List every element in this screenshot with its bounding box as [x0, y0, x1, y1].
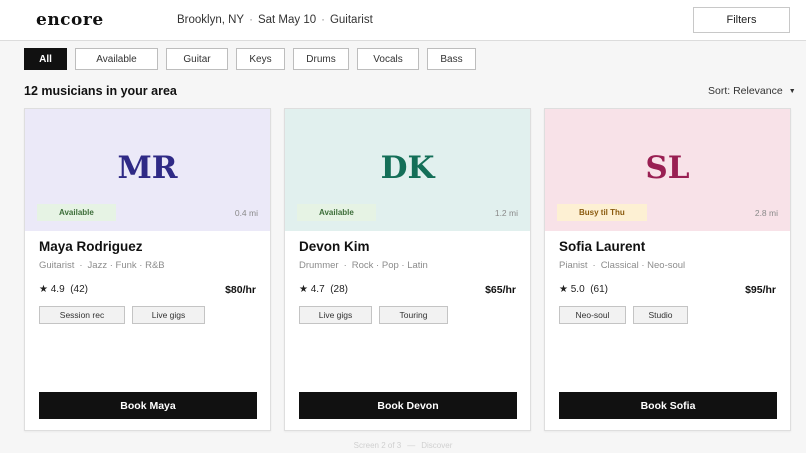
musician-card[interactable]: MR Available 0.4 mi Maya Rodriguez Guita…	[24, 108, 271, 431]
rating-value: 4.9	[50, 284, 65, 295]
search-context[interactable]: Brooklyn, NY · Sat May 10 · Guitarist	[177, 14, 373, 26]
separator-dot: ·	[343, 260, 347, 271]
tag-list: Neo-soul Studio	[559, 306, 688, 324]
book-button[interactable]: Book Maya	[39, 392, 257, 419]
role-title: Drummer	[299, 260, 339, 271]
star-icon: ★	[559, 284, 568, 295]
role-title: Guitarist	[39, 260, 75, 271]
filters-button[interactable]: Filters	[693, 7, 790, 33]
hourly-rate: $80/hr	[225, 284, 256, 296]
context-instrument: Guitarist	[329, 14, 373, 26]
results-count: 12 musicians in your area	[24, 84, 177, 98]
separator-dot: ·	[249, 14, 253, 26]
musician-role: Pianist · Classical · Neo-soul	[559, 260, 685, 271]
chip-vocals[interactable]: Vocals	[357, 48, 419, 70]
separator-dash: —	[407, 441, 416, 450]
context-location: Brooklyn, NY	[177, 14, 245, 26]
book-button[interactable]: Book Sofia	[559, 392, 777, 419]
availability-badge: Busy til Thu	[557, 204, 647, 221]
screen-footer: Screen 2 of 3 — Discover	[0, 441, 806, 450]
category-chips: All Available Guitar Keys Drums Vocals B…	[24, 48, 476, 70]
chip-all[interactable]: All	[24, 48, 67, 70]
tag: Neo-soul	[559, 306, 626, 324]
caret-down-icon: ▼	[788, 88, 796, 95]
musician-name[interactable]: Devon Kim	[299, 239, 370, 254]
rating: ★ 4.7 (28)	[299, 284, 348, 295]
separator-dot: ·	[592, 260, 596, 271]
top-bar: encore Brooklyn, NY · Sat May 10 · Guitarist…	[0, 0, 806, 41]
chip-keys[interactable]: Keys	[236, 48, 285, 70]
chip-guitar[interactable]: Guitar	[166, 48, 228, 70]
distance-label: 0.4 mi	[234, 208, 258, 218]
hourly-rate: $95/hr	[745, 284, 776, 296]
distance-label: 2.8 mi	[754, 208, 778, 218]
musician-name[interactable]: Sofia Laurent	[559, 239, 645, 254]
avatar-initials: SL	[645, 150, 690, 186]
chip-available[interactable]: Available	[75, 48, 158, 70]
tag-list: Live gigs Touring	[299, 306, 448, 324]
musician-name[interactable]: Maya Rodriguez	[39, 239, 143, 254]
review-count: (28)	[330, 284, 349, 295]
availability-badge: Available	[37, 204, 116, 221]
separator-dot: ·	[321, 14, 325, 26]
screen-indicator: Screen 2 of 3	[353, 441, 402, 450]
tag: Live gigs	[132, 306, 205, 324]
review-count: (61)	[590, 284, 609, 295]
star-icon: ★	[299, 284, 308, 295]
role-genres: Jazz · Funk · R&B	[87, 260, 165, 271]
chip-drums[interactable]: Drums	[293, 48, 349, 70]
musician-role: Guitarist · Jazz · Funk · R&B	[39, 260, 165, 271]
avatar-initials: DK	[380, 150, 435, 186]
rating: ★ 4.9 (42)	[39, 284, 88, 295]
distance-label: 1.2 mi	[494, 208, 518, 218]
rating-value: 4.7	[310, 284, 325, 295]
card-hero: MR Available 0.4 mi	[25, 109, 270, 231]
sort-dropdown[interactable]: Sort: Relevance ▼	[708, 85, 796, 97]
star-icon: ★	[39, 284, 48, 295]
sort-label: Sort: Relevance	[708, 85, 783, 97]
avatar-initials: MR	[117, 150, 178, 186]
musician-card[interactable]: SL Busy til Thu 2.8 mi Sofia Laurent Pia…	[544, 108, 791, 431]
tag: Session rec	[39, 306, 125, 324]
tag: Studio	[633, 306, 688, 324]
book-button[interactable]: Book Devon	[299, 392, 517, 419]
separator-dot: ·	[79, 260, 83, 271]
card-hero: DK Available 1.2 mi	[285, 109, 530, 231]
availability-badge: Available	[297, 204, 376, 221]
role-title: Pianist	[559, 260, 588, 271]
context-date: Sat May 10	[257, 14, 317, 26]
chip-bass[interactable]: Bass	[427, 48, 476, 70]
musician-role: Drummer · Rock · Pop · Latin	[299, 260, 428, 271]
hourly-rate: $65/hr	[485, 284, 516, 296]
tag: Live gigs	[299, 306, 372, 324]
role-genres: Classical · Neo-soul	[600, 260, 686, 271]
role-genres: Rock · Pop · Latin	[351, 260, 428, 271]
tag: Touring	[379, 306, 448, 324]
app-logo[interactable]: encore	[36, 10, 104, 30]
section-name: Discover	[421, 441, 453, 450]
rating: ★ 5.0 (61)	[559, 284, 608, 295]
review-count: (42)	[70, 284, 89, 295]
rating-value: 5.0	[570, 284, 585, 295]
card-hero: SL Busy til Thu 2.8 mi	[545, 109, 790, 231]
musician-card[interactable]: DK Available 1.2 mi Devon Kim Drummer · Ro…	[284, 108, 531, 431]
tag-list: Session rec Live gigs	[39, 306, 205, 324]
